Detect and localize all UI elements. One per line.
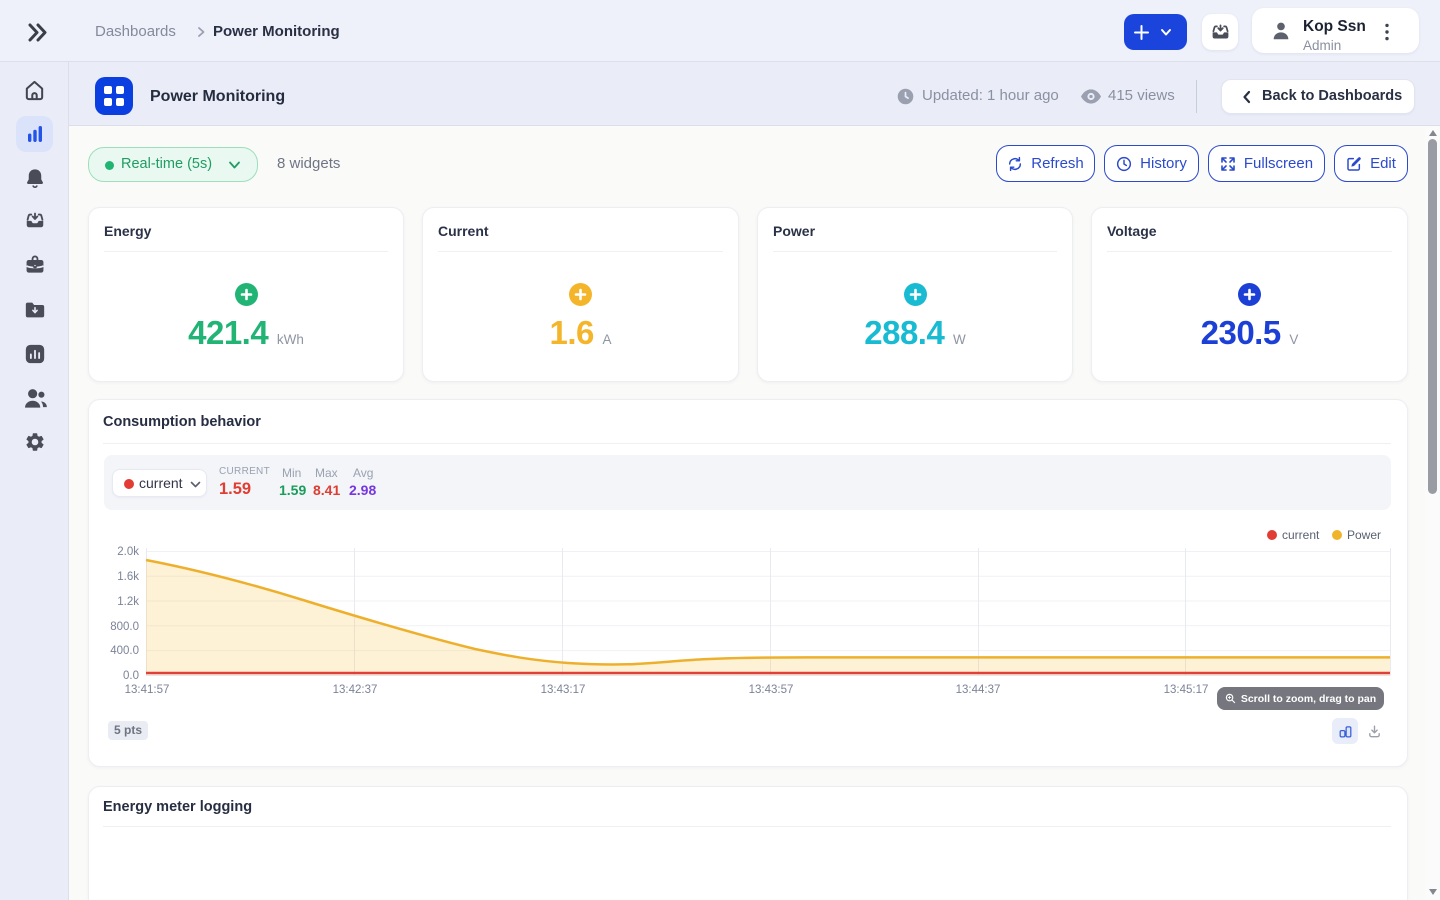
svg-text:0.0: 0.0	[123, 670, 139, 682]
svg-text:13:41:57: 13:41:57	[125, 684, 170, 696]
svg-text:1.2k: 1.2k	[117, 596, 139, 608]
svg-text:current: current	[1282, 528, 1320, 542]
svg-text:Power: Power	[1347, 528, 1381, 542]
svg-text:400.0: 400.0	[110, 645, 139, 657]
svg-text:13:45:17: 13:45:17	[1164, 684, 1209, 696]
svg-text:13:43:17: 13:43:17	[541, 684, 586, 696]
svg-text:13:43:57: 13:43:57	[749, 684, 794, 696]
svg-text:13:44:37: 13:44:37	[956, 684, 1001, 696]
svg-text:800.0: 800.0	[110, 621, 139, 633]
svg-text:13:42:37: 13:42:37	[333, 684, 378, 696]
svg-text:2.0k: 2.0k	[117, 546, 139, 558]
svg-text:1.6k: 1.6k	[117, 571, 139, 583]
